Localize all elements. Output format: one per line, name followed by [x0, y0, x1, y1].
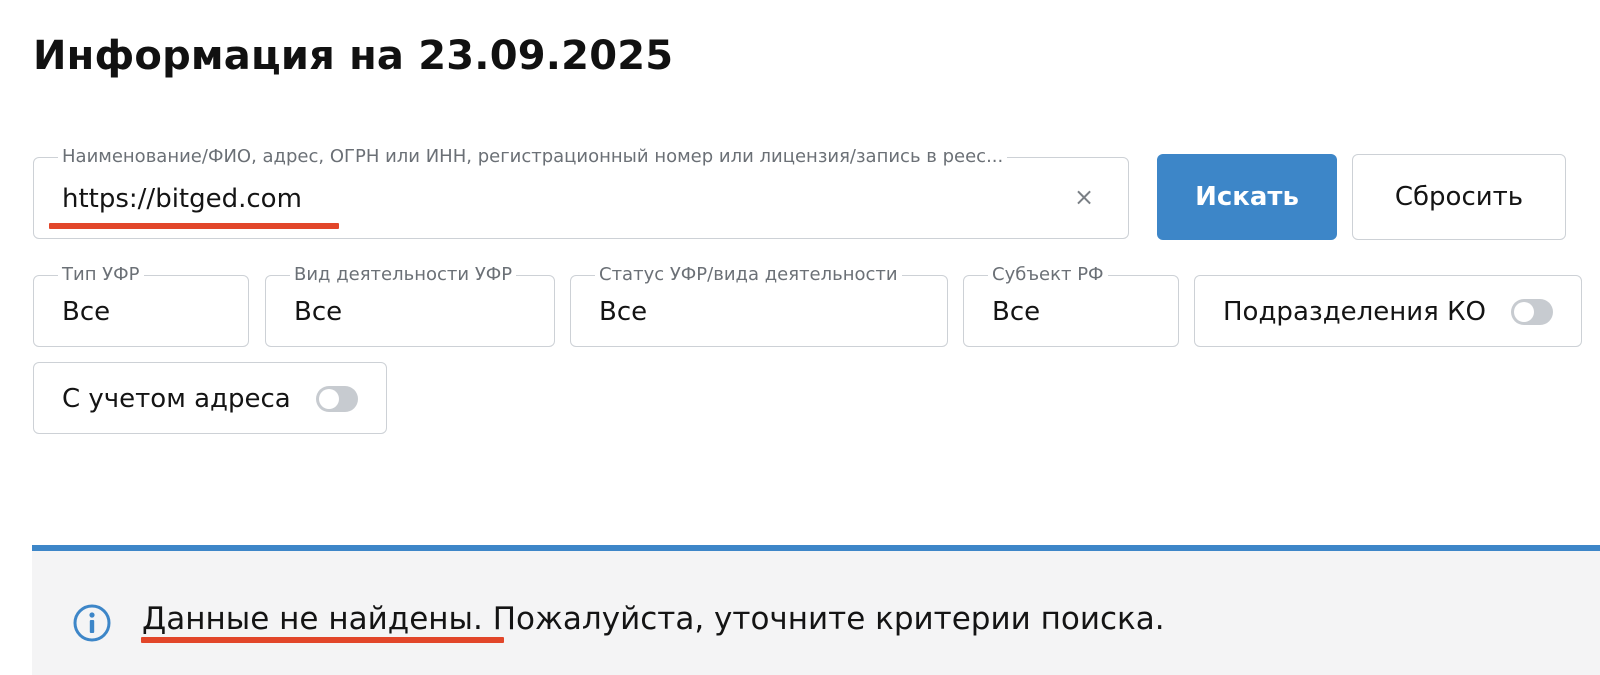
- notice-text: Данные не найдены. Пожалуйста, уточните …: [142, 599, 1165, 639]
- search-field-label: Наименование/ФИО, адрес, ОГРН или ИНН, р…: [58, 146, 1008, 168]
- notice-rest: . Пожалуйста, уточните критерии поиска.: [473, 601, 1165, 637]
- search-button[interactable]: Искать: [1157, 154, 1337, 240]
- filter-activity-type-value: Все: [294, 297, 343, 327]
- filter-status-value: Все: [599, 297, 648, 327]
- filter-region-value: Все: [992, 297, 1041, 327]
- toggle-address-switch[interactable]: [316, 386, 358, 412]
- clear-icon[interactable]: ×: [1070, 183, 1098, 211]
- filter-activity-type[interactable]: Вид деятельности УФР Все: [265, 264, 555, 347]
- toggle-address-label: С учетом адреса: [62, 384, 291, 414]
- notice-emphasis: Данные не найдены: [142, 601, 474, 637]
- search-input[interactable]: [62, 181, 1022, 217]
- no-results-notice: Данные не найдены. Пожалуйста, уточните …: [32, 545, 1600, 675]
- filter-region[interactable]: Субъект РФ Все: [963, 264, 1179, 347]
- toggle-branches-switch[interactable]: [1511, 299, 1553, 325]
- filter-activity-type-label: Вид деятельности УФР: [290, 264, 517, 286]
- filter-ufr-type-value: Все: [62, 297, 111, 327]
- filter-status-label: Статус УФР/вида деятельности: [595, 264, 902, 286]
- switch-knob: [319, 389, 339, 409]
- filter-ufr-type[interactable]: Тип УФР Все: [33, 264, 249, 347]
- search-value-annotation-underline: [49, 223, 339, 229]
- toggle-branches-label: Подразделения КО: [1223, 297, 1487, 327]
- filter-region-label: Субъект РФ: [988, 264, 1108, 286]
- toggle-address[interactable]: С учетом адреса: [33, 362, 387, 434]
- switch-knob: [1514, 302, 1534, 322]
- filter-ufr-type-label: Тип УФР: [58, 264, 144, 286]
- filter-status[interactable]: Статус УФР/вида деятельности Все: [570, 264, 948, 347]
- notice-annotation-underline: [141, 637, 504, 643]
- reset-button[interactable]: Сбросить: [1352, 154, 1566, 240]
- page-title: Информация на 23.09.2025: [33, 33, 674, 79]
- info-icon: [73, 604, 111, 642]
- toggle-branches[interactable]: Подразделения КО: [1194, 275, 1582, 347]
